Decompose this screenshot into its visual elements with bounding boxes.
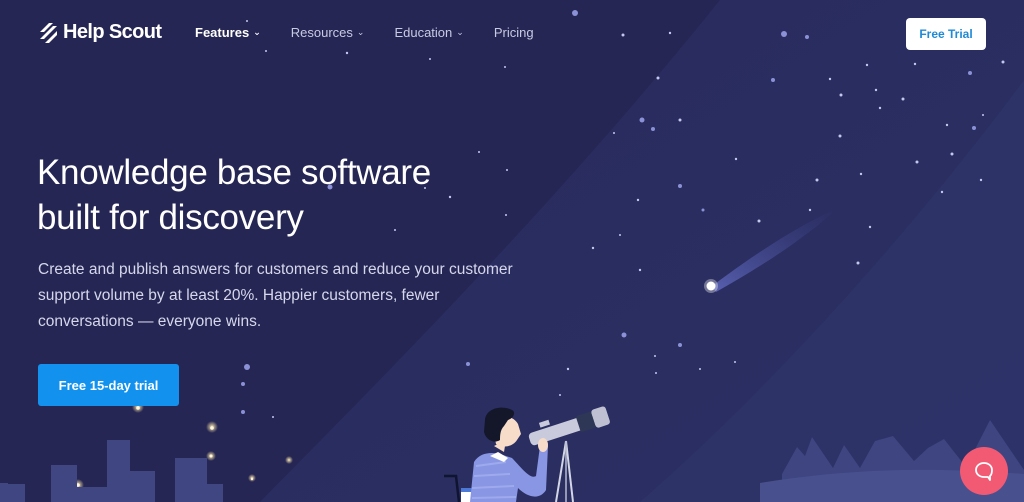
brand-logo[interactable]: Help Scout <box>38 21 162 44</box>
start-trial-button[interactable]: Free 15-day trial <box>38 364 179 406</box>
night-sky-illustration <box>0 0 1024 502</box>
chat-bubble-icon <box>975 462 993 481</box>
free-trial-button[interactable]: Free Trial <box>906 18 986 50</box>
hero-title-line-1: Knowledge base software <box>37 153 431 192</box>
main-menu: Features ⌄ Resources ⌄ Education ⌄ Prici… <box>195 25 564 40</box>
nav-item-features[interactable]: Features ⌄ <box>195 25 261 40</box>
nav-item-label: Pricing <box>493 25 534 40</box>
nav-item-education[interactable]: Education ⌄ <box>394 25 463 40</box>
hero-title-line-2: built for discovery <box>37 198 304 237</box>
brand-name: Help Scout <box>63 21 162 43</box>
chevron-down-icon: ⌄ <box>456 27 464 37</box>
nav-item-label: Resources <box>290 25 353 40</box>
chat-widget-button[interactable] <box>960 447 1008 495</box>
hero-title: Knowledge base software built for discov… <box>37 150 557 240</box>
help-scout-logo-icon <box>40 22 57 43</box>
nav-item-label: Features <box>195 25 250 40</box>
nav-item-pricing[interactable]: Pricing <box>494 25 534 40</box>
chevron-down-icon: ⌄ <box>356 27 365 37</box>
nav-item-label: Education <box>394 25 453 40</box>
hero-subtitle: Create and publish answers for customers… <box>38 261 513 330</box>
chevron-down-icon: ⌄ <box>253 27 261 37</box>
nav-item-resources[interactable]: Resources ⌄ <box>291 25 365 40</box>
top-navigation: Help Scout Features ⌄ Resources ⌄ Educat… <box>0 0 1024 70</box>
